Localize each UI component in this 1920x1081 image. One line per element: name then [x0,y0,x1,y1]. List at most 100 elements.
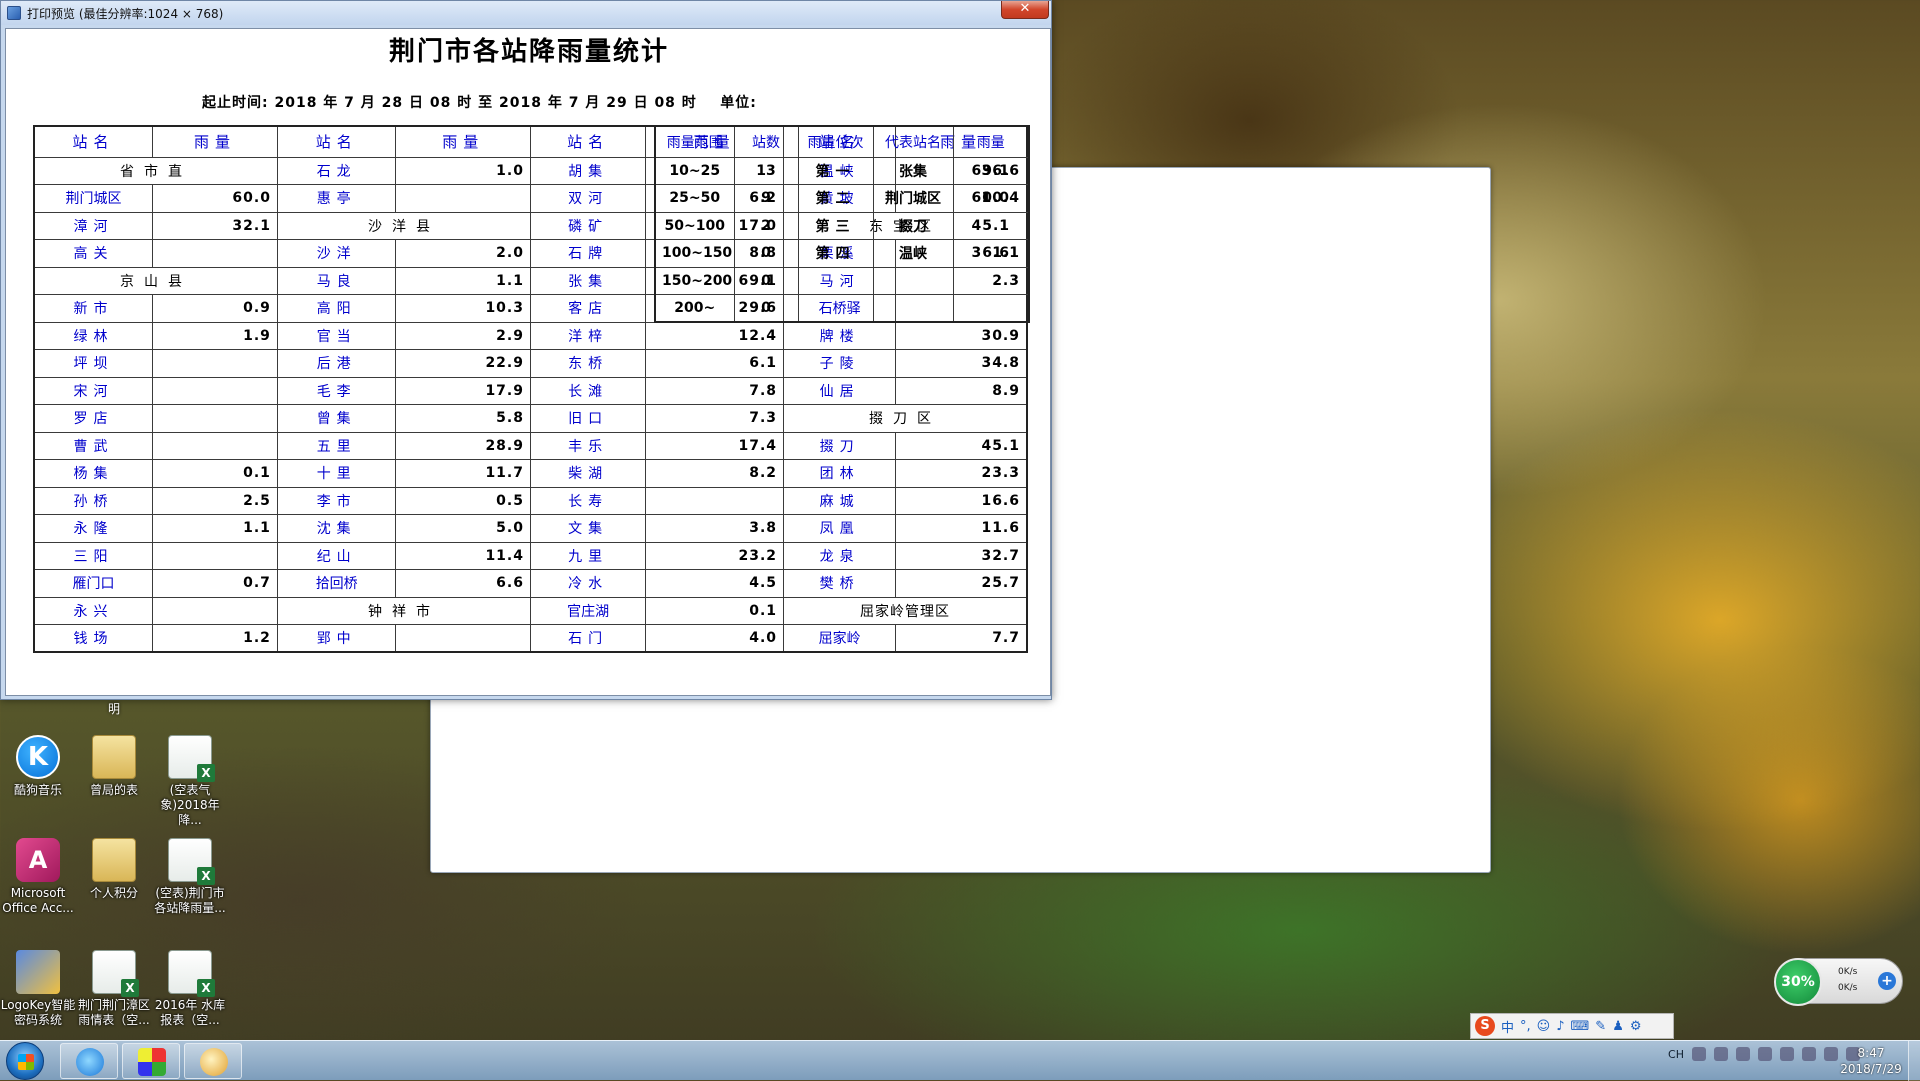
taskbar-clock[interactable]: 8:47 2018/7/29 [1836,1045,1906,1077]
folder-icon [92,838,136,882]
desktop-icon-excel-rainfall[interactable]: (空表)荆门市各站降雨量... [152,838,228,916]
report-title: 荆门市各站降雨量统计 [388,37,669,67]
station-name: 柴湖 [529,459,647,488]
ime-keyboard-icon[interactable]: ⌨ [1571,1019,1590,1034]
station-count: 9 [733,184,799,213]
station-rainfall: 17.4 [645,431,785,460]
table-row: 曹武 五里 28.9 丰乐 17.4 掇刀 45.1 [33,431,1028,460]
station-name: 丰乐 [529,431,647,460]
ime-mode-chinese[interactable]: 中 [1501,1017,1514,1036]
start-button[interactable] [6,1042,44,1080]
station-rainfall: 17.9 [395,376,531,405]
station-name: 马良 [276,266,397,295]
tray-printer-icon[interactable] [1736,1047,1750,1061]
station-name: 绿林 [33,321,154,350]
station-rainfall: 2.5 [152,486,278,515]
taskbar-app-button[interactable] [122,1043,180,1079]
ime-emoji-icon[interactable]: ☺ [1537,1019,1551,1034]
desktop-icon-folder-points[interactable]: 个人积分 [76,838,152,901]
representative-station [872,294,954,323]
station-name: 漳河 [33,211,154,240]
table-row: 罗店 曾集 5.8 旧口 7.3 掇刀区 [33,404,1028,433]
table-row: 永隆 1.1 沈集 5.0 文集 3.8 凤凰 11.6 [33,514,1028,543]
station-rainfall: 1.2 [152,624,278,653]
station-rainfall: 7.3 [645,404,785,433]
station-name: 团林 [783,459,897,488]
tray-ime-icon[interactable] [1692,1047,1706,1061]
desktop-icon-kugou[interactable]: K 酷狗音乐 [0,735,76,798]
station-name: 杨集 [33,459,154,488]
station-rainfall [152,404,278,433]
representative-rainfall: 60.0 [952,184,1030,213]
title-bar[interactable]: 打印预览 (最佳分辨率:1024 × 768) ✕ [1,1,1051,25]
station-rainfall [152,431,278,460]
table-row: 坪坝 后港 22.9 东桥 6.1 子陵 34.8 [33,349,1028,378]
representative-station [872,266,954,295]
station-name: 双河 [529,184,647,213]
desktop-icon-excel-rain-report[interactable]: 荆门荆门漳区雨情表（空... [76,950,152,1028]
station-rainfall [152,349,278,378]
tray-flag-icon[interactable] [1780,1047,1794,1061]
station-name: 沈集 [276,514,397,543]
station-name: 石龙 [276,156,397,185]
rainfall-range: 100~150 [654,239,735,268]
station-rainfall: 32.1 [152,211,278,240]
station-rainfall: 28.9 [395,431,531,460]
station-name: 官当 [276,321,397,350]
station-rainfall: 25.7 [895,569,1028,598]
station-rainfall: 60.0 [152,184,278,213]
taskbar-paint-button[interactable] [184,1043,242,1079]
station-name: 仙居 [783,376,897,405]
ime-settings-icon[interactable]: ⚙ [1630,1019,1642,1034]
show-desktop-button[interactable] [1908,1041,1920,1081]
station-rainfall: 1.1 [395,266,531,295]
station-rainfall: 7.7 [895,624,1028,653]
download-speed: 0K/s [1838,983,1858,993]
summary-row: 25~50 9 第二 荆门城区 60.0 [654,184,1030,213]
speed-plus-icon[interactable]: + [1878,972,1896,990]
station-name: 九里 [529,541,647,570]
summary-column-header: 雨量 [952,125,1030,158]
table-row: 孙桥 2.5 李市 0.5 长寿 麻城 16.6 [33,486,1028,515]
desktop-icon-excel-reservoir[interactable]: 2016年 水库报表（空... [152,950,228,1028]
tray-network-icon[interactable] [1802,1047,1816,1061]
desktop-icon-access[interactable]: A Microsoft Office Acc... [0,838,76,916]
internet-explorer-icon [76,1048,104,1076]
ime-punctuation-icon[interactable]: °, [1520,1019,1531,1034]
desktop-icon-folder-table[interactable]: 曾局的表 [76,735,152,798]
station-rainfall: 2.0 [395,239,531,268]
tray-security-icon[interactable] [1758,1047,1772,1061]
ime-toolbar[interactable]: S 中 °, ☺ ♪ ⌨ ✎ ♟ ⚙ [1470,1013,1674,1039]
desktop-icon-excel-weather[interactable]: (空表气象)2018年降... [152,735,228,828]
station-name: 高关 [33,239,154,268]
county-group-label: 京山县 [33,266,278,295]
station-name: 子陵 [783,349,897,378]
station-name: 新市 [33,294,154,323]
station-rainfall: 0.9 [152,294,278,323]
rainfall-summary-table: 雨量范围 站数 雨量位次 代表站名 雨量 10~25 13 第一 张集 69.1 25~50 9 第二荆… [654,125,1030,323]
station-rainfall: 22.9 [395,349,531,378]
station-name: 拾回桥 [276,569,397,598]
station-name: 石牌 [529,239,647,268]
ime-voice-icon[interactable]: ♪ [1556,1019,1564,1034]
station-rainfall: 3.8 [645,514,785,543]
station-name: 沙洋 [276,239,397,268]
desktop-icon-logokey[interactable]: LogoKey智能密码系统 [0,950,76,1028]
summary-column-header: 站数 [733,125,799,158]
summary-row: 200~ 0 [654,294,1030,323]
sogou-ime-icon[interactable]: S [1475,1016,1495,1036]
station-rainfall: 0.5 [395,486,531,515]
station-rainfall: 10.3 [395,294,531,323]
tray-help-icon[interactable] [1714,1047,1728,1061]
close-button[interactable]: ✕ [1001,1,1049,19]
print-preview-window[interactable]: 打印预览 (最佳分辨率:1024 × 768) ✕ 荆门市各站降雨量统计 起止时… [0,0,1052,700]
station-count: 0 [733,239,799,268]
rainfall-range: 200~ [654,294,735,323]
desktop-icon-label: (空表)荆门市各站降雨量... [154,886,226,915]
taskbar-ie-button[interactable] [60,1043,118,1079]
network-speed-widget[interactable]: 30% 0K/s 0K/s + [1774,958,1903,1006]
access-app-icon: A [16,838,60,882]
tray-language[interactable]: CH [1668,1048,1684,1061]
ime-handwriting-icon[interactable]: ✎ [1595,1019,1606,1034]
ime-skin-icon[interactable]: ♟ [1612,1019,1624,1034]
